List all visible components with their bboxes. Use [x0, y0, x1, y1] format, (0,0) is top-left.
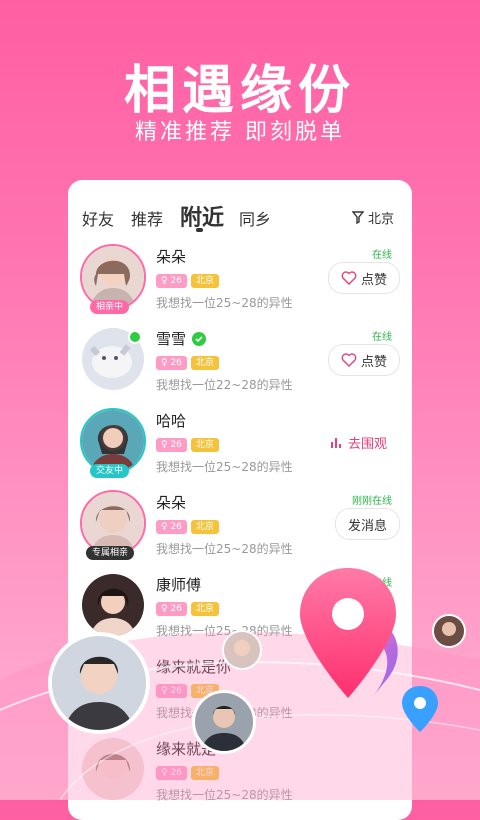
tab-bar: 好友 推荐 附近 同乡 北京 — [68, 180, 412, 234]
floating-avatar-man — [48, 632, 150, 734]
active-tab-indicator — [196, 228, 203, 232]
hero-subtitle: 精准推荐 即刻脱单 — [135, 120, 345, 145]
verified-icon — [192, 331, 207, 346]
status-badge: 相亲中 — [90, 300, 130, 314]
user-desc: 我想找一位25~28的异性 — [156, 296, 293, 310]
city-tag: 北京 — [190, 274, 219, 288]
city-tag: 北京 — [190, 356, 219, 370]
floating-avatar-suit — [192, 690, 256, 754]
user-desc: 我想找一位25~28的异性 — [156, 542, 293, 556]
city-tag: 北京 — [190, 520, 219, 534]
status-badge: 专属相亲 — [86, 546, 135, 560]
tab-friends[interactable]: 好友 — [82, 206, 114, 230]
live-bars-icon — [330, 438, 341, 448]
online-status: 在线 — [372, 332, 392, 343]
user-name: 雪雪 — [156, 328, 207, 349]
user-desc: 我想找一位25~28的异性 — [156, 460, 293, 474]
age-tag: ♀ 26 — [156, 520, 187, 534]
city-tag: 北京 — [190, 438, 219, 452]
tab-nearby[interactable]: 附近 — [180, 200, 224, 232]
age-tag: ♀ 26 — [156, 356, 187, 370]
floating-avatar-small — [222, 630, 262, 670]
age-tag: ♀ 26 — [156, 274, 187, 288]
like-label: 点赞 — [360, 272, 387, 288]
watch-live-button[interactable]: 去围观 — [316, 426, 400, 458]
list-item[interactable]: 雪雪 ♀ 26 北京 我想找一位22~28的异性 在线 点赞 — [68, 320, 412, 402]
tab-hometown[interactable]: 同乡 — [239, 206, 271, 230]
tab-recommend[interactable]: 推荐 — [131, 206, 163, 230]
user-name: 哈哈 — [156, 412, 187, 430]
user-name: 朵朵 — [156, 248, 187, 266]
like-button[interactable]: 点赞 — [327, 262, 400, 294]
online-status: 刚刚在线 — [352, 496, 392, 507]
floating-avatar-tiny — [432, 614, 466, 648]
heart-icon — [341, 271, 357, 285]
small-map-pin-icon — [402, 686, 438, 732]
user-name: 朵朵 — [156, 494, 187, 512]
city-filter-label: 北京 — [368, 212, 395, 227]
city-filter[interactable]: 北京 — [352, 208, 394, 227]
online-status: 在线 — [372, 250, 392, 261]
like-label: 点赞 — [360, 354, 387, 370]
online-dot — [128, 330, 142, 344]
list-item[interactable]: 交友中 哈哈 ♀ 26 北京 我想找一位25~28的异性 去围观 — [68, 402, 412, 484]
age-tag: ♀ 26 — [156, 438, 187, 452]
send-message-button[interactable]: 发消息 — [334, 508, 400, 540]
list-item[interactable]: 相亲中 朵朵 ♀ 26 北京 我想找一位25~28的异性 在线 点赞 — [68, 238, 412, 320]
watch-live-label: 去围观 — [347, 436, 387, 452]
like-button[interactable]: 点赞 — [327, 344, 400, 376]
heart-icon — [341, 353, 357, 367]
hero-title: 相遇缘份 — [123, 61, 356, 121]
list-item[interactable]: 专属相亲 朵朵 ♀ 26 北京 我想找一位25~28的异性 刚刚在线 发消息 — [68, 484, 412, 566]
user-desc: 我想找一位22~28的异性 — [156, 378, 293, 392]
status-badge: 交友中 — [90, 464, 130, 478]
filter-icon — [352, 211, 364, 224]
